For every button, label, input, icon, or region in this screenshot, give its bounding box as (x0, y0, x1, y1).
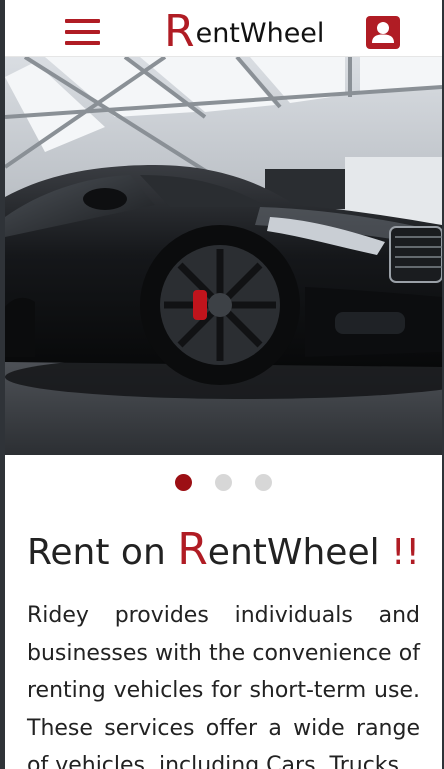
carousel-indicator-3[interactable] (255, 474, 272, 491)
carousel-indicator-1[interactable] (175, 474, 192, 491)
hamburger-menu-icon[interactable] (65, 19, 100, 47)
user-profile-icon[interactable] (366, 16, 400, 49)
app-screen: R entWheel Rent on RentWheel !! Ridey pr… (5, 0, 442, 769)
intro-description: Ridey provides individuals and businesse… (27, 603, 420, 769)
page-heading: Rent on RentWheel !! (27, 523, 437, 580)
carousel-indicator-2[interactable] (215, 474, 232, 491)
brand-logo[interactable]: R entWheel (164, 2, 324, 56)
navbar: R entWheel (5, 0, 442, 57)
heading-exclamation: !! (379, 532, 420, 573)
heading-brand-text: entWheel (207, 532, 380, 573)
heading-prefix: Rent on (27, 532, 178, 573)
heading-brand-letter: R (177, 524, 208, 575)
brand-logo-text: entWheel (195, 18, 325, 49)
hero-car-image (5, 57, 442, 455)
brand-logo-letter: R (164, 6, 195, 57)
carousel-indicators (5, 474, 442, 492)
